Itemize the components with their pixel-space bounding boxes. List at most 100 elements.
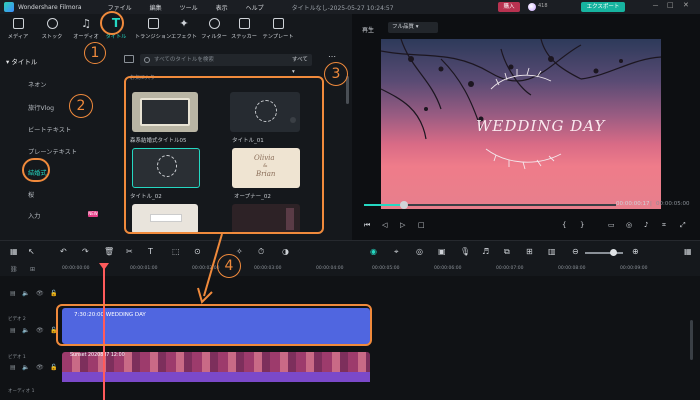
- track-folder-icon[interactable]: ▤: [10, 364, 16, 371]
- close-button[interactable]: ✕: [683, 1, 689, 9]
- sidebar-item-neon[interactable]: ネオン: [28, 80, 47, 89]
- credits-count: 418: [538, 3, 548, 9]
- timeline-scrollbar[interactable]: [690, 320, 693, 360]
- sidebar-item-plain-text[interactable]: プレーンテキスト: [28, 147, 77, 156]
- mark-in-icon[interactable]: {: [562, 221, 566, 229]
- track-folder-icon[interactable]: ▤: [10, 327, 16, 334]
- sidebar-item-travel-vlog[interactable]: 旅行Vlog: [28, 103, 54, 112]
- tab-filters[interactable]: フィルター: [198, 18, 230, 48]
- timer-icon[interactable]: ⏱: [258, 247, 264, 257]
- snap-icon[interactable]: ⧉: [504, 247, 510, 257]
- preview-seekbar[interactable]: [364, 201, 616, 209]
- select-tool-icon[interactable]: ↖: [28, 247, 35, 256]
- ruler-tick: 00:00:06:00: [434, 266, 462, 271]
- menu-help[interactable]: ヘルプ: [246, 3, 264, 12]
- audio-mix-icon[interactable]: ♬: [482, 247, 489, 256]
- prev-frame-icon[interactable]: ⏮: [364, 221, 370, 230]
- folder-icon: [12, 18, 24, 29]
- track-folder-icon[interactable]: ▤: [10, 290, 16, 297]
- track-visibility-icon[interactable]: 👁: [36, 327, 44, 334]
- ruler-tick: 00:00:05:00: [372, 266, 400, 271]
- link-icon[interactable]: ⛓: [10, 266, 18, 273]
- transition-icon: [147, 18, 159, 29]
- render-icon[interactable]: ◉: [370, 247, 377, 256]
- more-options-icon[interactable]: ⋯: [328, 52, 336, 61]
- music-note-icon: ♫: [81, 17, 91, 30]
- tab-stock[interactable]: ストック: [36, 18, 68, 48]
- text-tool-icon[interactable]: T: [148, 247, 153, 256]
- ai-tool-icon[interactable]: ✧: [236, 247, 243, 256]
- ruler-tick: 00:00:00:00: [62, 266, 90, 271]
- display-icon[interactable]: ▭: [608, 221, 615, 229]
- sidebar-item-typing[interactable]: 入力: [28, 211, 40, 220]
- zoom-in-icon[interactable]: ⊕: [632, 247, 639, 256]
- menu-tools[interactable]: ツール: [180, 3, 198, 12]
- crop-tool-icon[interactable]: ⬚: [172, 247, 180, 256]
- split-icon[interactable]: ⊞: [526, 247, 533, 256]
- maximize-button[interactable]: □: [667, 1, 674, 9]
- category-toolbar: メディア ストック ♫ オーディオ T タイトル トランジション ✦ エフェクト フィ…: [0, 14, 352, 50]
- filter-panel-icon[interactable]: [124, 55, 134, 63]
- tab-stickers[interactable]: ステッカー: [228, 18, 260, 48]
- pip-icon[interactable]: ▥: [548, 247, 556, 256]
- minimize-button[interactable]: －: [652, 1, 659, 11]
- ruler-tick: 00:00:03:00: [254, 266, 282, 271]
- ruler-tick: 00:00:04:00: [316, 266, 344, 271]
- annotation-arrow-icon: [197, 233, 223, 304]
- ruler-tick: 00:00:08:00: [558, 266, 586, 271]
- tab-effects[interactable]: ✦ エフェクト: [168, 18, 200, 48]
- buy-button[interactable]: 購入: [498, 2, 520, 12]
- credits-gem-icon: [528, 3, 536, 11]
- step-back-icon[interactable]: ◁: [382, 221, 387, 229]
- voiceover-icon[interactable]: ▣: [438, 247, 446, 256]
- annotation-2: 2: [69, 94, 93, 118]
- sidebar-item-beat-text[interactable]: ビートテキスト: [28, 125, 71, 134]
- export-button[interactable]: エクスポート: [581, 2, 625, 12]
- filter-dropdown[interactable]: すべて ▾: [288, 54, 312, 75]
- audio-waveform-clip[interactable]: [62, 372, 370, 382]
- track-lock-icon[interactable]: 🔓: [50, 364, 57, 371]
- undo-icon[interactable]: ↶: [60, 247, 67, 256]
- track-audio-icon[interactable]: 🔈: [22, 364, 29, 371]
- track-visibility-icon[interactable]: 👁: [36, 364, 44, 371]
- zoom-slider-knob[interactable]: [610, 249, 617, 256]
- cut-icon[interactable]: ✂: [126, 247, 133, 256]
- marker-icon[interactable]: ⌖: [394, 247, 399, 257]
- mic-icon[interactable]: 🎙: [460, 247, 470, 256]
- add-track-icon[interactable]: ⊞: [30, 266, 35, 273]
- track-audio-icon[interactable]: 🔈: [22, 290, 29, 297]
- menu-view[interactable]: 表示: [216, 3, 228, 12]
- project-title: タイトルなし-2025-05-27 10:24:57: [291, 4, 394, 12]
- fullscreen-icon[interactable]: ⤢: [680, 221, 686, 230]
- record-icon[interactable]: ◎: [416, 247, 423, 256]
- video-preview[interactable]: WEDDING DAY: [381, 39, 661, 209]
- tab-transitions[interactable]: トランジション: [134, 18, 172, 48]
- delete-icon[interactable]: 🗑: [104, 247, 114, 256]
- tab-media[interactable]: メディア: [2, 18, 34, 48]
- volume-icon[interactable]: ♪: [644, 221, 648, 229]
- layout-icon[interactable]: ▦: [10, 247, 18, 256]
- crop-icon[interactable]: ⌗: [662, 221, 666, 230]
- tab-templates[interactable]: テンプレート: [260, 18, 296, 48]
- ruler-tick: 00:00:01:00: [130, 266, 158, 271]
- sidebar-header[interactable]: ▾ タイトル: [6, 56, 37, 66]
- snapshot-icon[interactable]: ◎: [626, 221, 632, 229]
- play-icon[interactable]: ▷: [400, 221, 405, 229]
- library-scrollbar[interactable]: [346, 76, 349, 104]
- search-input[interactable]: すべてのタイトルを検索: [140, 54, 298, 66]
- menu-edit[interactable]: 編集: [150, 3, 162, 12]
- sticker-icon: [238, 18, 250, 29]
- track-audio-icon[interactable]: 🔈: [22, 327, 29, 334]
- sidebar-item-sakura[interactable]: 桜: [28, 190, 34, 199]
- zoom-out-icon[interactable]: ⊖: [572, 247, 579, 256]
- search-icon: [144, 57, 150, 63]
- zoom-slider[interactable]: [585, 252, 623, 254]
- timeline-settings-icon[interactable]: ▦: [684, 247, 692, 256]
- color-icon[interactable]: ◑: [282, 247, 289, 256]
- stop-icon[interactable]: □: [418, 221, 425, 229]
- track-visibility-icon[interactable]: 👁: [36, 290, 44, 297]
- mark-out-icon[interactable]: }: [580, 221, 584, 229]
- quality-dropdown[interactable]: フル品質 ▾: [388, 22, 438, 33]
- track-lock-icon[interactable]: 🔓: [50, 290, 57, 297]
- redo-icon[interactable]: ↷: [82, 247, 89, 256]
